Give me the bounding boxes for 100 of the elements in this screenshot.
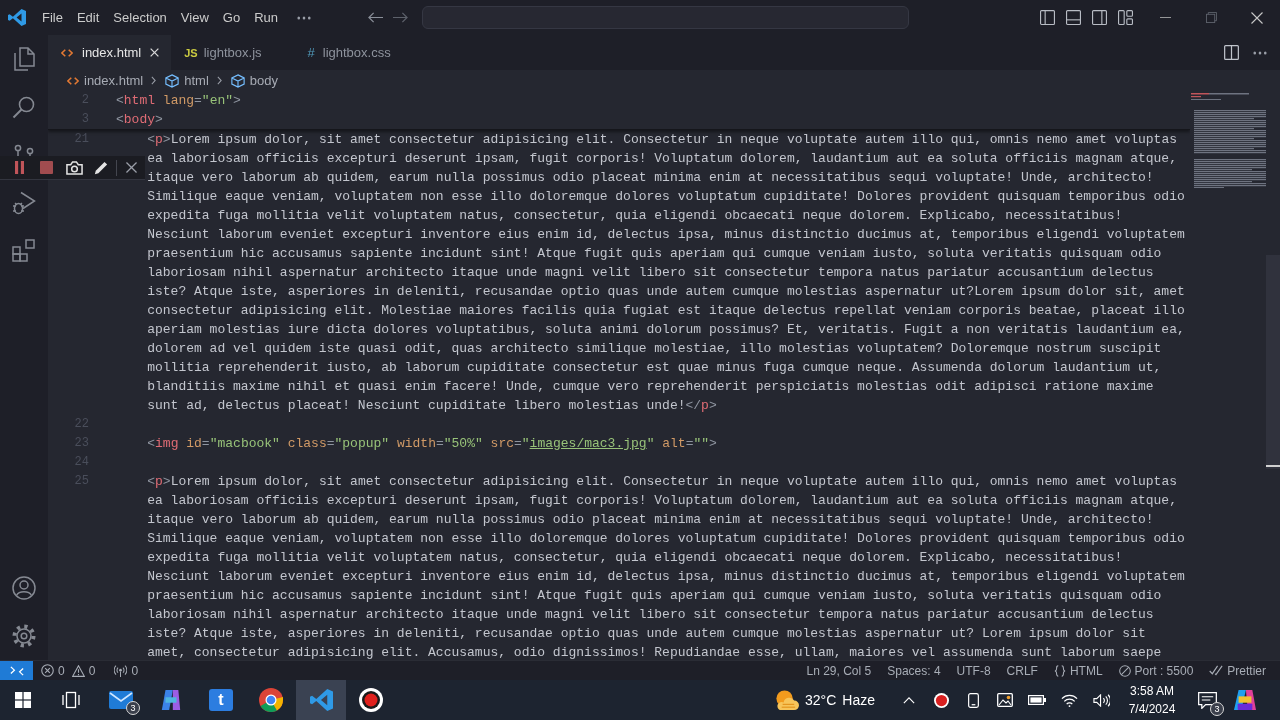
record-icon xyxy=(933,692,949,708)
status-item[interactable]: UTF-8 xyxy=(948,660,999,681)
code-line: <p>Lorem ipsum dolor, sit amet consectetur adipisicing elit. Consectetur in neque voluptate autem illo qui, omnis nemo amet voluptas xyxy=(147,131,1178,149)
status-item[interactable]: CRLF xyxy=(998,660,1046,681)
speech-bubble-icon xyxy=(1197,691,1217,709)
settings-icon xyxy=(12,624,36,648)
breadcrumb-item[interactable]: index.html xyxy=(67,73,144,88)
code-line: praesentium hic accusamus sapiente incidunt sint! Atque fugit quis aperiam qui cumque veniam iusto, soluta veritatis quisquam odio xyxy=(147,245,1162,263)
command-center-field[interactable] xyxy=(422,6,909,29)
browser-icon xyxy=(259,688,283,712)
menu-item[interactable]: View xyxy=(173,7,216,28)
status-item[interactable]: Ln 29, Col 5 xyxy=(798,660,880,681)
code-line: Similique eaque veniam, voluptatem non esse illo doloremque dolores voluptatum cupiditate! Dolores provident quisquam temporibus odio xyxy=(147,530,1185,548)
css-file-icon: # xyxy=(307,45,315,60)
envelope-icon xyxy=(109,691,133,709)
symbol-icon xyxy=(165,73,180,88)
cursor-marker xyxy=(1266,465,1280,467)
html-file-icon xyxy=(67,76,79,85)
source-control-icon xyxy=(12,144,36,156)
code-line: aperiam molestias iure dicta dolores voluptatibus, soluta animi dolorum possimus? Et, veritatis. Fugit a non veritatis laudantium ea, xyxy=(147,321,1185,339)
menu-item[interactable]: File xyxy=(35,7,70,28)
code-line: praesentium hic accusamus sapiente incidunt sint! Atque fugit quis aperiam qui cumque veniam iusto, soluta veritatis quisquam odio xyxy=(147,587,1162,605)
remote-icon xyxy=(9,665,24,676)
menu-item[interactable]: Edit xyxy=(69,7,107,28)
account-icon xyxy=(12,576,36,600)
status-item[interactable]: Prettier xyxy=(1201,660,1274,681)
arrow-right-icon xyxy=(393,12,408,23)
code-line: <p>Lorem ipsum dolor, sit amet consectetur adipisicing elit. Consectetur in neque voluptate autem illo qui, omnis nemo amet voluptas xyxy=(147,473,1178,491)
taskbar-button[interactable]: t xyxy=(196,680,246,720)
breadcrumb-item[interactable]: html xyxy=(165,73,209,88)
count-badge: 3 xyxy=(126,701,140,715)
menu-item[interactable]: Go xyxy=(215,7,248,28)
clock-button[interactable]: 3:58 AM 7/4/2024 xyxy=(1121,680,1183,720)
close-icon xyxy=(125,162,137,173)
editor-tab[interactable]: index.html xyxy=(48,35,172,70)
extensions-icon xyxy=(12,239,36,263)
menu-item[interactable]: Run xyxy=(247,7,285,28)
symbol-icon xyxy=(230,73,245,88)
code-line: Nesciunt laborum eveniet excepturi inventore eius enim id, delectus ipsa, minus distinctio ducimus at, temporibus eligendi voluptatem xyxy=(147,226,1185,244)
close-icon xyxy=(1251,11,1263,24)
files-icon xyxy=(12,47,36,71)
html-file-icon xyxy=(61,48,73,57)
broadcast-icon xyxy=(114,664,128,677)
problems-button[interactable]: 0 0 xyxy=(33,660,107,681)
code-line: <html lang="en"> xyxy=(116,92,241,110)
count-badge: 3 xyxy=(1210,702,1224,716)
warning-icon xyxy=(71,664,85,677)
speaker-icon xyxy=(1092,693,1110,707)
remote-button[interactable] xyxy=(0,660,33,681)
pause-icon xyxy=(15,161,25,174)
double-check-icon xyxy=(1209,665,1224,676)
run-debug-icon xyxy=(12,191,36,215)
chevron-right-icon xyxy=(151,76,157,85)
code-editor-logo-icon xyxy=(309,689,333,711)
code-line: itaque vero laborum ab quidem, earum nulla possimus odio placeat minima enim at necessitatibus sequi voluptate! Unde, architecto! xyxy=(147,169,1154,187)
layout-icon xyxy=(1117,10,1133,25)
code-line: consectetur adipisicing elit. Molestiae maiores facilis quia fugiat est itaque delectus repellat veniam corporis beatae, placeat illo xyxy=(147,302,1185,320)
windows-logo-icon xyxy=(15,692,31,708)
code-line: iste? Atque iste, asperiores in deleniti, recusandae optio quas unde autem cumque molestias aspernatur ut?Lorem ipsum dolor sit, amet xyxy=(147,283,1185,301)
scrollbar-thumb[interactable] xyxy=(1266,255,1280,469)
code-line: laboriosam nihil aspernatur architecto itaque unde magni velit libero sit consectetur tempora natus pariatur accusantium delectus xyxy=(147,264,1154,282)
weather-button[interactable]: 32°C Haze xyxy=(766,680,883,720)
sidebar-toggle-icon xyxy=(1091,10,1107,25)
braces-icon xyxy=(1053,664,1066,677)
notifications-button[interactable]: 3 xyxy=(1187,680,1227,720)
code-line: <body> xyxy=(116,111,163,129)
ports-button[interactable]: 0 xyxy=(106,660,150,681)
status-item[interactable]: Port : 5500 xyxy=(1110,660,1202,681)
status-item[interactable]: HTML xyxy=(1045,660,1111,681)
pencil-icon xyxy=(94,160,109,175)
record-icon xyxy=(359,688,383,712)
sun-cloud-icon xyxy=(774,689,800,711)
code-line: mollitia reprehenderit iusto, ab laborum cupiditate consectetur est quae minus fuga cumque neque. Assumenda dolorum laudantium ut, xyxy=(147,359,1162,377)
minimap[interactable] xyxy=(1191,93,1266,189)
app-logo-tile: t xyxy=(209,689,233,711)
battery-icon xyxy=(1028,695,1046,705)
app-logo-icon xyxy=(8,9,26,26)
taskbar-button[interactable]: 3 xyxy=(96,680,146,720)
stop-icon xyxy=(40,161,54,174)
phone-icon xyxy=(967,692,979,708)
chevron-up-icon xyxy=(903,696,915,704)
code-line: dolorem ad vel quidem iste quasi odit, quas architecto similique molestiae, illo molestias voluptatem? Doloremque nostrum suscipit xyxy=(147,340,1162,358)
code-line: iste? Atque iste, asperiores in deleniti, recusandae optio quas unde autem cumque molestias aspernatur ut? Lorem ipsum dolor sit xyxy=(147,625,1146,643)
wifi-icon xyxy=(1060,693,1078,707)
search-icon xyxy=(12,95,36,119)
status-item[interactable]: Spaces: 4 xyxy=(879,660,949,681)
camera-icon xyxy=(65,160,83,175)
minimize-icon xyxy=(1159,17,1171,18)
code-line: laboriosam nihil aspernatur architecto itaque unde magni velit libero sit consectetur tempora natus pariatur accusantium delectus xyxy=(147,606,1154,624)
close-icon[interactable] xyxy=(149,48,159,57)
more-icon xyxy=(297,15,311,20)
code-line: blanditiis maxime nihil et quasi enim facere! Unde, cumque vero reprehenderit perspiciatis molestias odit adipisci ratione maxime xyxy=(147,378,1154,396)
breadcrumb-item[interactable]: body xyxy=(230,73,278,88)
menu-item[interactable]: Selection xyxy=(106,7,174,28)
code-line: expedita fuga mollitia velit voluptatem natus, consectetur, quia eligendi obcaecati neque dolorem. Explicabo, necessitatibus! xyxy=(147,549,1123,567)
sidebar-toggle-icon xyxy=(1039,10,1055,25)
split-editor-icon xyxy=(1224,45,1239,60)
code-line: amet, consectetur adipisicing elit. Accusamus, odio dignissimos! Repudiandae esse, ullam, maiores vel assumenda sunt laborum saepe xyxy=(147,644,1162,660)
panel-toggle-icon xyxy=(1065,10,1081,25)
more-icon xyxy=(1253,50,1267,55)
